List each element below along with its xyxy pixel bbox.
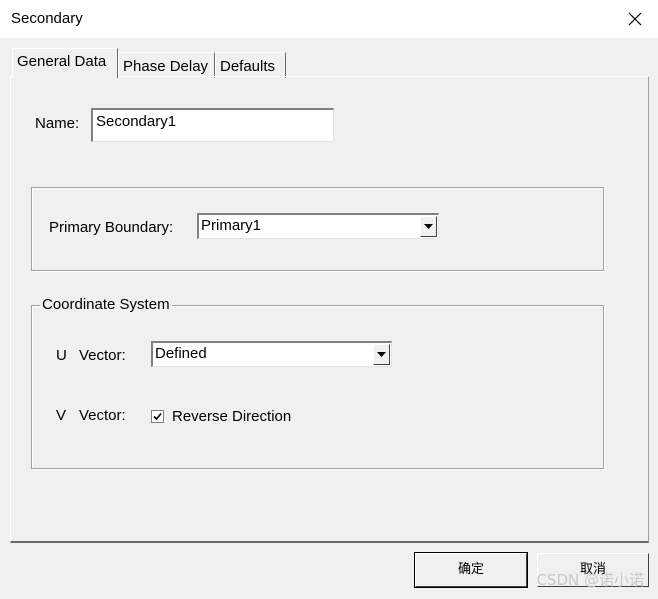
tab-general-data[interactable]: General Data [12, 48, 118, 78]
check-icon [153, 412, 162, 421]
dropdown-button[interactable] [373, 344, 390, 365]
u-vector-label: Vector: [79, 347, 126, 364]
close-icon [628, 12, 642, 26]
tab-label: Defaults [220, 58, 276, 75]
title-bar: Secondary [0, 0, 658, 38]
chevron-down-icon [377, 352, 386, 357]
v-vector-label: Vector: [79, 407, 126, 424]
tab-defaults[interactable]: Defaults [215, 52, 286, 78]
close-button[interactable] [612, 0, 658, 38]
ok-button-label: 确定 [457, 562, 484, 577]
primary-boundary-label: Primary Boundary: [49, 219, 174, 236]
u-label: U [56, 347, 67, 364]
tab-label: General Data [17, 53, 107, 70]
reverse-direction-label[interactable]: Reverse Direction [172, 408, 291, 425]
name-label: Name: [35, 115, 80, 132]
chevron-down-icon [424, 224, 433, 229]
coordinate-system-group: Coordinate System U Vector: Defined V Ve… [31, 296, 604, 469]
coordinate-system-title: Coordinate System [40, 296, 172, 313]
primary-boundary-group: Primary Boundary: Primary1 [31, 187, 604, 271]
window-title: Secondary [11, 10, 83, 27]
u-vector-value: Defined [155, 345, 207, 362]
tab-phase-delay[interactable]: Phase Delay [118, 52, 215, 78]
ok-button[interactable]: 确定 [414, 552, 528, 588]
primary-boundary-select[interactable]: Primary1 [197, 213, 439, 239]
v-label: V [56, 407, 67, 424]
u-vector-select[interactable]: Defined [151, 341, 392, 367]
reverse-direction-checkbox[interactable] [151, 410, 164, 423]
primary-boundary-value: Primary1 [201, 217, 262, 234]
dropdown-button[interactable] [420, 216, 437, 237]
watermark: CSDN @诺小诺 [536, 571, 644, 589]
name-input[interactable]: Secondary1 [91, 108, 334, 142]
tab-label: Phase Delay [123, 58, 209, 75]
name-value: Secondary1 [96, 113, 177, 130]
general-data-panel: Name: Secondary1 Primary Boundary: Prima… [10, 76, 649, 543]
